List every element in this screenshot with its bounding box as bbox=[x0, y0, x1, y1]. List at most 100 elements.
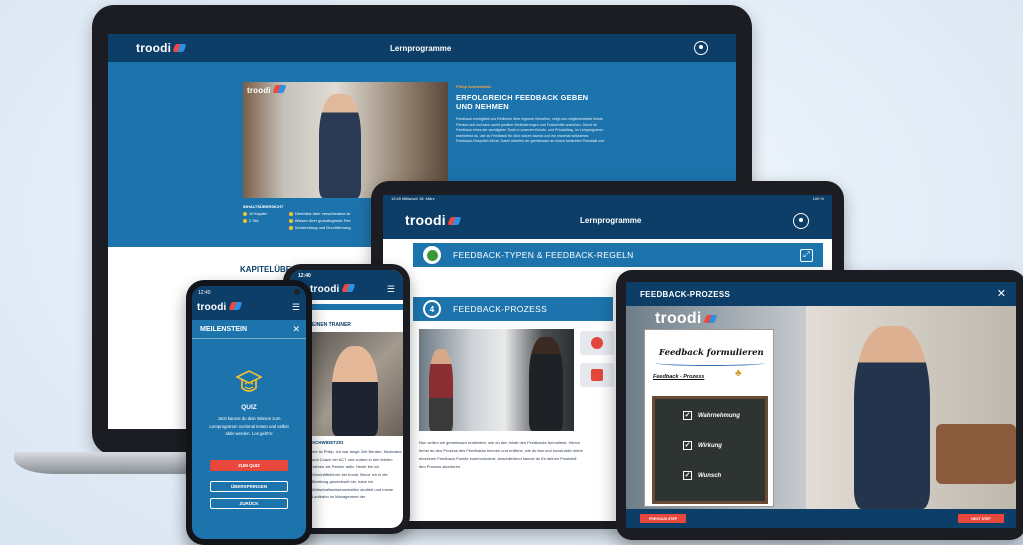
next-step-button[interactable]: NEXT STEP bbox=[958, 514, 1004, 523]
section-strip bbox=[312, 304, 403, 310]
quiz-heading: QUIZ bbox=[241, 404, 257, 411]
overview-item: 2 Std. bbox=[243, 218, 267, 223]
chalkboard: ✓ Wahrnehmung ✓ Wirkung ✓ Wunsch bbox=[652, 396, 768, 504]
tablet-header-title: Lernprogramme bbox=[580, 216, 642, 225]
tablet-header: troodi Lernprogramme bbox=[383, 203, 832, 239]
start-quiz-button[interactable]: ZUM QUIZ bbox=[210, 460, 288, 471]
play-icon bbox=[591, 337, 603, 349]
tablet-logo[interactable]: troodi bbox=[405, 212, 462, 228]
clock-icon bbox=[243, 218, 247, 223]
overview-text: 10 Kapitel bbox=[249, 211, 267, 216]
overview-item: Wissen über grundlegende Fee bbox=[288, 218, 351, 223]
status-time: 12:40 bbox=[298, 273, 311, 279]
user-icon[interactable] bbox=[694, 41, 708, 55]
section-title: FEEDBACK-TYPEN & FEEDBACK-REGELN bbox=[453, 250, 634, 260]
close-icon[interactable]: ✕ bbox=[997, 287, 1006, 300]
logo-text: troodi bbox=[655, 310, 702, 327]
tablet-front-screen: FEEDBACK-PROZESS ✕ troodi Feedback formu… bbox=[626, 282, 1016, 528]
skip-button[interactable]: ÜBERSPRINGEN bbox=[210, 481, 288, 492]
document-button[interactable] bbox=[580, 363, 614, 387]
user-icon[interactable] bbox=[793, 213, 809, 229]
presenter-figure bbox=[429, 349, 453, 431]
status-time: 12:40 Mittwoch 18. März bbox=[391, 196, 435, 201]
overview-item: Vorbereitung und Durchführung bbox=[288, 225, 351, 230]
overview-item: Überblick über verschiedene Ar bbox=[288, 211, 351, 216]
menu-icon[interactable]: ☰ bbox=[387, 284, 395, 295]
completed-icon bbox=[423, 246, 441, 264]
checklist-item: ✓ Wirkung bbox=[683, 441, 765, 450]
laptop-header-title: Lernprogramme bbox=[390, 44, 452, 53]
trainer-figure bbox=[332, 346, 378, 436]
status-time: 12:40 bbox=[198, 290, 211, 296]
trainer-bio: me ist Philip. Ich war lange Zeit Berate… bbox=[312, 449, 402, 499]
logo-icon bbox=[228, 302, 242, 310]
logo-icon bbox=[172, 44, 187, 52]
logo-text: troodi bbox=[136, 41, 172, 55]
chapters-icon bbox=[243, 211, 247, 216]
logo-icon bbox=[447, 217, 462, 225]
board-subheading: Feedback - Prozess bbox=[653, 374, 705, 380]
presenter-figure bbox=[854, 326, 930, 509]
checklist-text: Wirkung bbox=[698, 442, 722, 449]
section-feedback-typen[interactable]: FEEDBACK-TYPEN & FEEDBACK-REGELN ⤢ bbox=[413, 243, 823, 267]
check-icon bbox=[288, 211, 293, 216]
expand-icon[interactable]: ⤢ bbox=[800, 248, 813, 262]
previous-step-button[interactable]: PREVIOUS STEP bbox=[640, 514, 686, 523]
play-video-button[interactable] bbox=[580, 331, 614, 355]
laptop-logo[interactable]: troodi bbox=[136, 41, 187, 55]
menu-icon[interactable]: ☰ bbox=[292, 302, 300, 313]
video-logo-text: troodi bbox=[247, 86, 271, 95]
section-number: 4 bbox=[423, 300, 441, 318]
checklist-item: ✓ Wunsch bbox=[683, 471, 765, 480]
battery-status: 100 % bbox=[812, 196, 824, 201]
check-icon bbox=[288, 225, 293, 230]
phone-logo[interactable]: troodi bbox=[310, 284, 355, 295]
phone-front-screen: 12:40 troodi ☰ MEILENSTEIN ✕ QUIZ Jetzt … bbox=[192, 286, 306, 539]
course-body: Feedback ermöglicht uns Reflexion über e… bbox=[456, 117, 605, 144]
graduation-cap-icon bbox=[234, 368, 264, 396]
logo-text: troodi bbox=[405, 212, 446, 228]
board-heading: Feedback formulieren bbox=[659, 348, 764, 358]
milestone-title: MEILENSTEIN bbox=[200, 326, 248, 333]
course-description: Philip Schwidetzki ERFOLGREICH FEEDBACK … bbox=[456, 84, 606, 145]
board-logo: troodi bbox=[655, 310, 717, 328]
logo-text: troodi bbox=[197, 302, 227, 313]
document-icon bbox=[591, 369, 603, 381]
logo-icon bbox=[272, 85, 287, 93]
logo-icon bbox=[341, 284, 355, 292]
whiteboard-photo[interactable] bbox=[419, 329, 574, 431]
trainer-label: EINEN TRAINER bbox=[312, 322, 351, 328]
logo-text: troodi bbox=[310, 284, 340, 295]
close-icon[interactable]: ✕ bbox=[292, 324, 300, 335]
course-author: Philip Schwidetzki bbox=[456, 84, 491, 89]
logo-icon bbox=[703, 315, 717, 323]
quiz-text: Jetzt kannst du dein Wissen zum Lernprog… bbox=[209, 416, 289, 436]
overview-text: Wissen über grundlegende Fee bbox=[294, 218, 351, 223]
section-title: FEEDBACK-PROZESS bbox=[453, 304, 548, 314]
overview-text: 2 Std. bbox=[249, 218, 260, 223]
laptop-header: troodi Lernprogramme bbox=[108, 34, 736, 62]
lightbulb-icon: ♣ bbox=[735, 368, 742, 379]
divider bbox=[192, 338, 306, 339]
board-underline bbox=[655, 360, 765, 366]
video-modal-title: FEEDBACK-PROZESS bbox=[640, 290, 731, 299]
section-body: Nun wollen wir gemeinsam erarbeiten, wie… bbox=[419, 440, 583, 469]
checkbox-icon: ✓ bbox=[683, 411, 692, 420]
status-bar: 12:40 Mittwoch 18. März 100 % bbox=[383, 195, 832, 203]
check-icon bbox=[288, 218, 293, 223]
overview-text: Überblick über verschiedene Ar bbox=[294, 211, 351, 216]
section-feedback-prozess[interactable]: 4 FEEDBACK-PROZESS bbox=[413, 297, 613, 321]
checklist-text: Wahrnehmung bbox=[698, 412, 740, 419]
checkbox-icon: ✓ bbox=[683, 441, 692, 450]
camera-icon bbox=[294, 289, 300, 295]
phone-logo[interactable]: troodi bbox=[197, 302, 242, 313]
back-button[interactable]: ZURÜCK bbox=[210, 498, 288, 509]
sofa bbox=[936, 424, 1016, 484]
phone-front-header: 12:40 troodi ☰ bbox=[192, 286, 306, 320]
video-logo: troodi bbox=[247, 85, 287, 95]
trainer-photo bbox=[312, 332, 403, 436]
overview-item: 10 Kapitel bbox=[243, 211, 267, 216]
flipchart: troodi Feedback formulieren Feedback - P… bbox=[644, 310, 774, 507]
checkbox-icon: ✓ bbox=[683, 471, 692, 480]
course-title: ERFOLGREICH FEEDBACK GEBEN UND NEHMEN bbox=[456, 93, 589, 111]
